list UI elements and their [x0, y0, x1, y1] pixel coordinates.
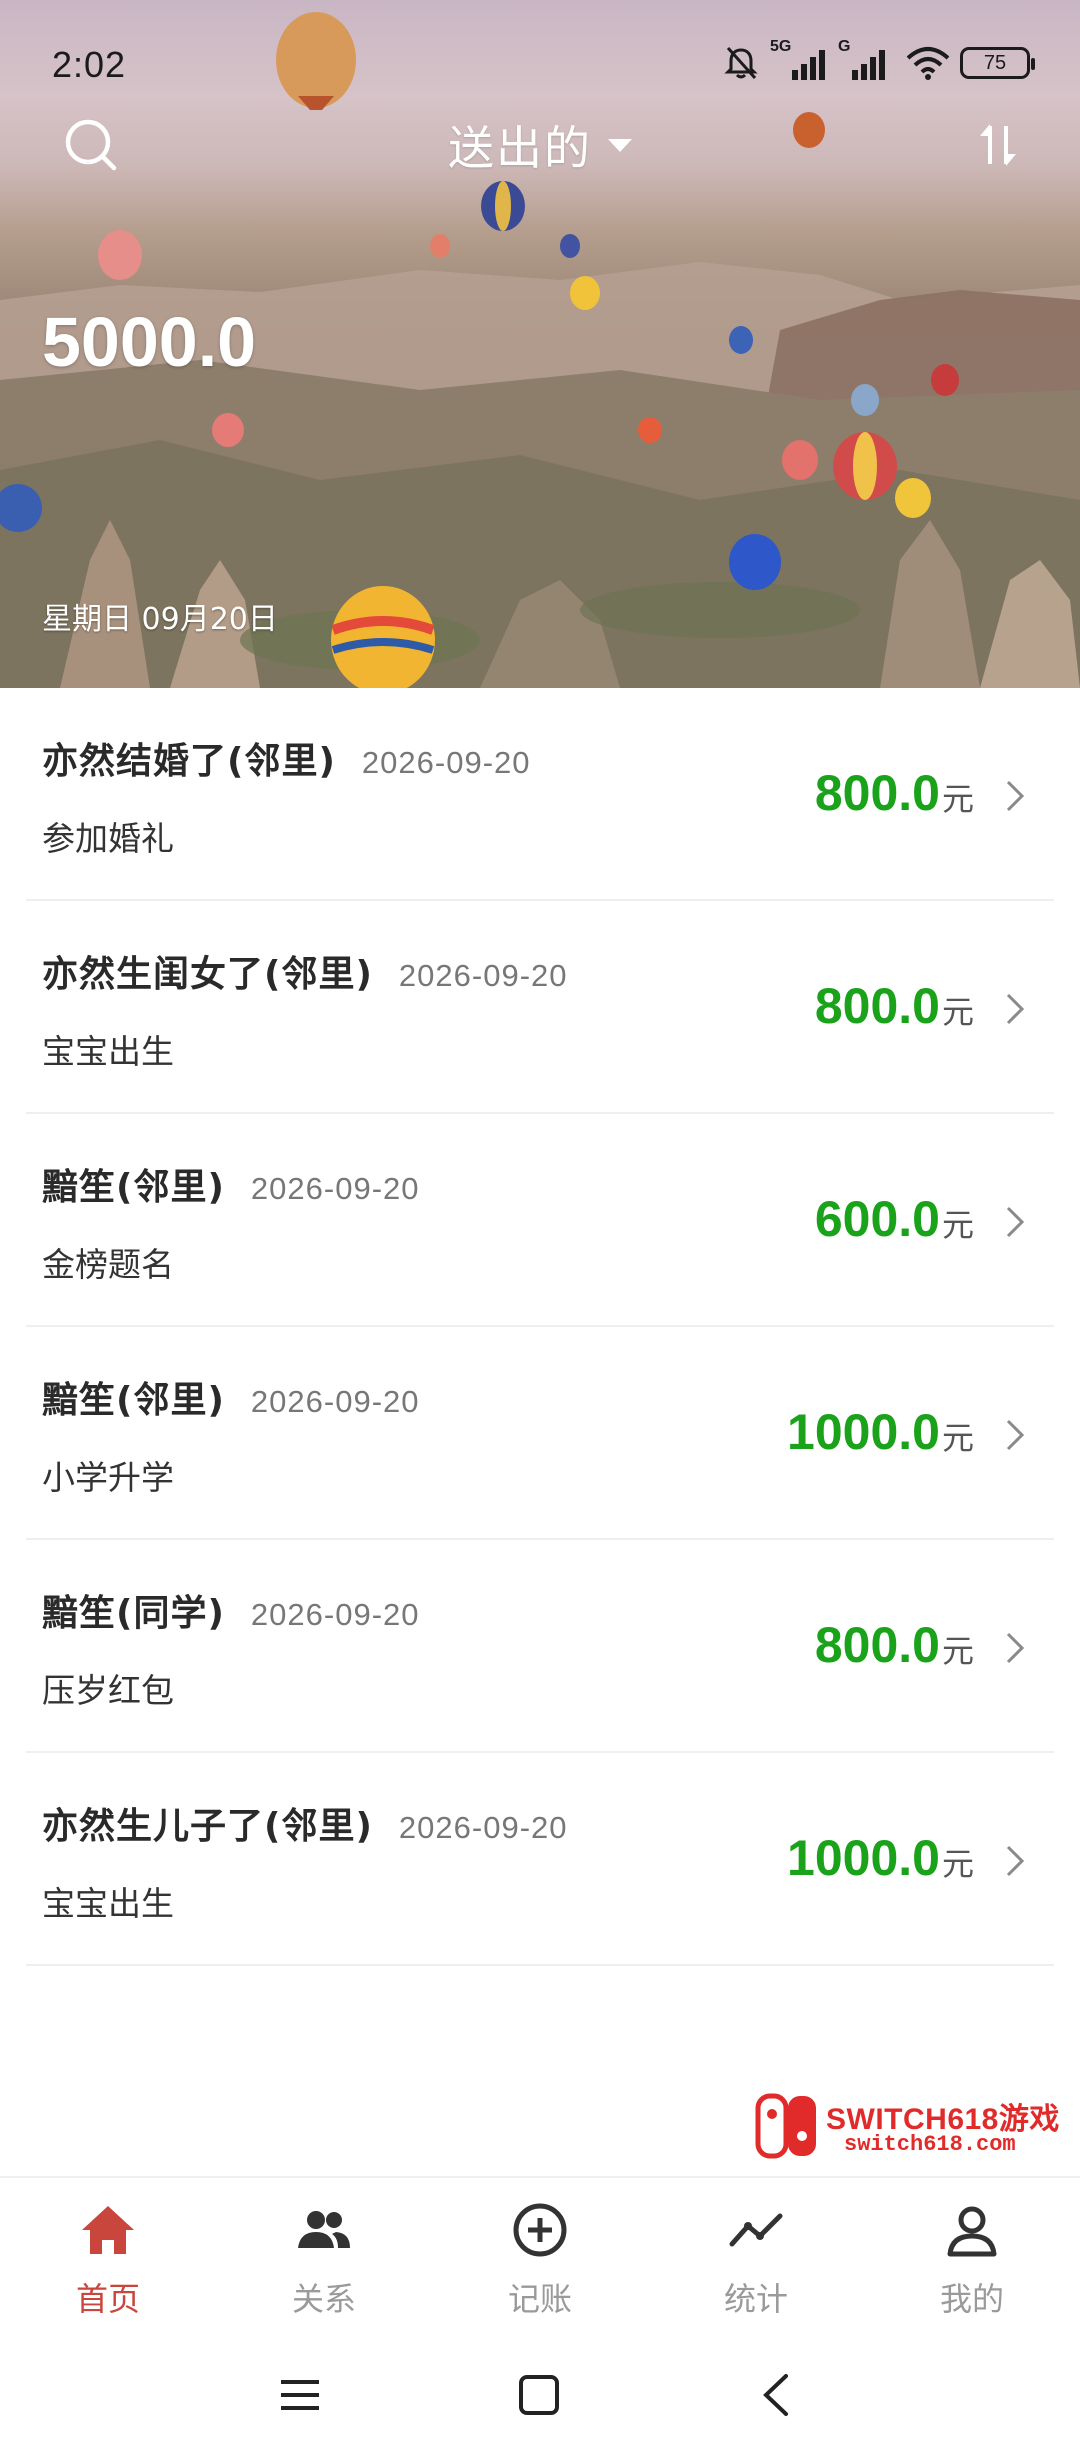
user-icon — [947, 2206, 997, 2257]
list-item[interactable]: 黯笙(邻里) 2026-09-20 小学升学 1000.0 元 — [26, 1327, 1054, 1540]
record-unit: 元 — [941, 1632, 974, 1670]
tab-add-record[interactable]: 记账 — [432, 2178, 648, 2326]
record-amount: 1000.0 — [787, 1404, 940, 1460]
record-event: 宝宝出生 — [42, 1032, 174, 1071]
chevron-right-icon — [1006, 1419, 1025, 1451]
system-nav-bar — [0, 2326, 1080, 2460]
chevron-right-icon — [1006, 1845, 1025, 1877]
record-unit: 元 — [941, 1845, 974, 1883]
tab-profile[interactable]: 我的 — [864, 2178, 1080, 2326]
record-amount: 800.0 — [814, 978, 940, 1034]
battery-icon: 75 — [960, 47, 1035, 79]
people-icon — [298, 2211, 350, 2248]
record-date: 2026-09-20 — [250, 1384, 420, 1419]
record-unit: 元 — [941, 780, 974, 818]
sort-icon[interactable] — [976, 120, 1020, 170]
tab-statistics[interactable]: 统计 — [648, 2178, 864, 2326]
chevron-right-icon — [1006, 1206, 1025, 1238]
signal-5g-icon: 5G — [770, 38, 828, 82]
current-date: 星期日 09月20日 — [42, 602, 278, 637]
record-header: 黯笙(邻里) 2026-09-20 — [42, 1158, 420, 1210]
top-nav: 送出的 — [0, 110, 1080, 180]
record-date: 2026-09-20 — [250, 1171, 420, 1206]
gift-record-list: 亦然结婚了(邻里) 2026-09-20 参加婚礼 800.0 元 亦然生闺女了… — [0, 688, 1080, 1966]
record-header: 亦然生闺女了(邻里) 2026-09-20 — [42, 945, 568, 997]
bottom-tab-bar: 首页 关系 记账 统计 我的 — [0, 2176, 1080, 2326]
record-header: 黯笙(同学) 2026-09-20 — [42, 1584, 420, 1636]
total-amount: 5000.0 — [42, 303, 257, 381]
signal-g-icon: G — [838, 38, 896, 82]
header-banner: 2:02 5G G 75 送出的 5000.0 星期日 09月20日 — [0, 0, 1080, 688]
home-square-icon[interactable] — [514, 2370, 564, 2420]
category-dropdown[interactable]: 送出的 — [430, 116, 650, 175]
record-header: 黯笙(邻里) 2026-09-20 — [42, 1371, 420, 1423]
home-icon — [82, 2206, 134, 2254]
record-amount-group: 800.0 元 — [815, 764, 974, 822]
tab-label: 记账 — [507, 2280, 572, 2318]
record-amount-group: 600.0 元 — [815, 1190, 974, 1248]
record-event: 参加婚礼 — [42, 819, 174, 858]
record-event: 小学升学 — [42, 1458, 174, 1497]
mute-bell-icon — [724, 46, 758, 80]
record-unit: 元 — [941, 1206, 974, 1244]
list-item[interactable]: 亦然结婚了(邻里) 2026-09-20 参加婚礼 800.0 元 — [26, 688, 1054, 901]
switch-logo-icon — [755, 2093, 816, 2159]
chevron-right-icon — [1006, 780, 1025, 812]
watermark-url: switch618.com — [844, 2132, 1016, 2157]
search-icon[interactable] — [62, 116, 120, 174]
tab-relations[interactable]: 关系 — [216, 2178, 432, 2326]
record-name: 黯笙(邻里) — [42, 1380, 225, 1421]
record-header: 亦然结婚了(邻里) 2026-09-20 — [42, 732, 531, 784]
page-title: 送出的 — [448, 121, 592, 175]
record-name: 黯笙(同学) — [42, 1593, 225, 1634]
menu-icon[interactable] — [275, 2370, 325, 2420]
record-name: 亦然生闺女了(邻里) — [42, 954, 373, 995]
record-name: 亦然生儿子了(邻里) — [42, 1806, 373, 1847]
chevron-right-icon — [1006, 1632, 1025, 1664]
list-item[interactable]: 亦然生儿子了(邻里) 2026-09-20 宝宝出生 1000.0 元 — [26, 1753, 1054, 1966]
record-amount: 800.0 — [814, 765, 940, 821]
record-amount: 600.0 — [814, 1191, 940, 1247]
record-header: 亦然生儿子了(邻里) 2026-09-20 — [42, 1797, 568, 1849]
record-name: 亦然结婚了(邻里) — [42, 741, 336, 782]
record-event: 金榜题名 — [42, 1245, 174, 1284]
wifi-icon — [906, 47, 950, 80]
status-time: 2:02 — [52, 44, 127, 85]
record-amount-group: 800.0 元 — [815, 977, 974, 1035]
chevron-right-icon — [1006, 993, 1025, 1025]
caret-down-icon — [608, 138, 632, 152]
tab-label: 我的 — [939, 2280, 1004, 2318]
back-icon[interactable] — [752, 2370, 802, 2420]
record-date: 2026-09-20 — [250, 1597, 420, 1632]
record-event: 压岁红包 — [42, 1671, 174, 1710]
record-amount-group: 1000.0 元 — [787, 1403, 974, 1461]
record-unit: 元 — [941, 1419, 974, 1457]
tab-label: 首页 — [75, 2280, 140, 2318]
record-date: 2026-09-20 — [361, 745, 531, 780]
watermark: SWITCH618游戏 switch618.com — [754, 2090, 1064, 2162]
record-amount: 1000.0 — [787, 1830, 940, 1886]
record-amount: 800.0 — [814, 1617, 940, 1673]
tab-home[interactable]: 首页 — [0, 2178, 216, 2326]
record-event: 宝宝出生 — [42, 1884, 174, 1923]
tab-label: 统计 — [723, 2280, 788, 2318]
record-amount-group: 800.0 元 — [815, 1616, 974, 1674]
battery-level: 75 — [983, 51, 1007, 74]
add-circle-icon — [513, 2203, 567, 2257]
chart-line-icon — [729, 2213, 783, 2247]
record-name: 黯笙(邻里) — [42, 1167, 225, 1208]
record-date: 2026-09-20 — [398, 1810, 568, 1845]
status-icons: 5G G 75 — [722, 38, 1035, 82]
record-amount-group: 1000.0 元 — [787, 1829, 974, 1887]
list-item[interactable]: 黯笙(同学) 2026-09-20 压岁红包 800.0 元 — [26, 1540, 1054, 1753]
list-item[interactable]: 亦然生闺女了(邻里) 2026-09-20 宝宝出生 800.0 元 — [26, 901, 1054, 1114]
tab-label: 关系 — [291, 2280, 356, 2318]
record-date: 2026-09-20 — [398, 958, 568, 993]
record-unit: 元 — [941, 993, 974, 1031]
list-item[interactable]: 黯笙(邻里) 2026-09-20 金榜题名 600.0 元 — [26, 1114, 1054, 1327]
